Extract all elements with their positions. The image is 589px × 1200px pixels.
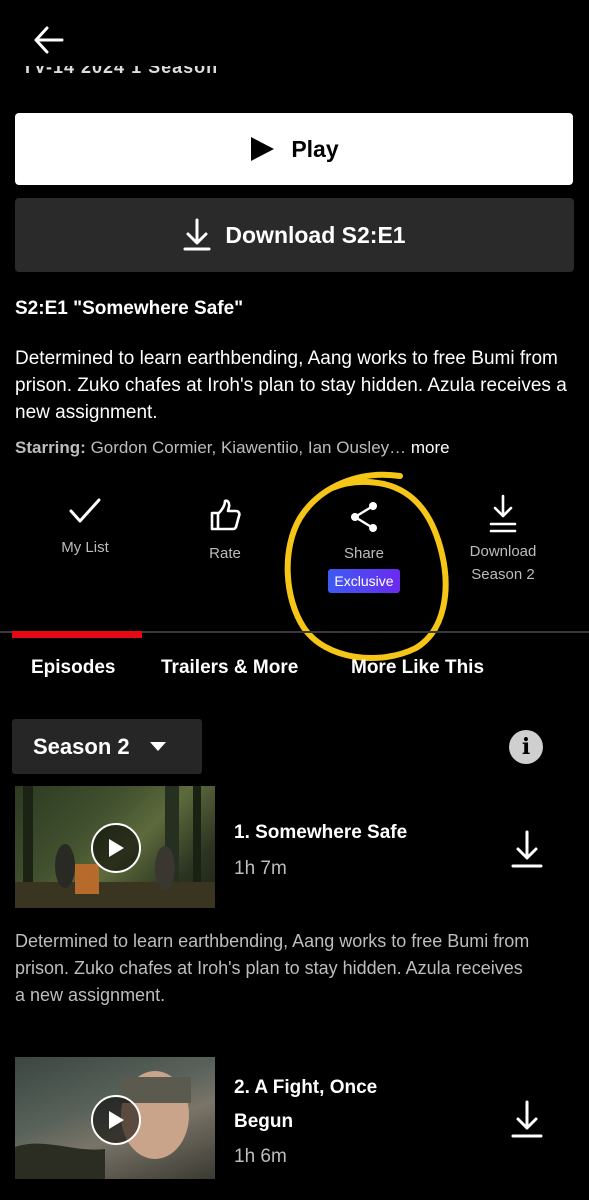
active-tab-indicator — [12, 631, 142, 638]
more-link[interactable]: more — [411, 438, 450, 457]
download-season-label-2: Season 2 — [471, 566, 535, 583]
share-icon — [351, 502, 377, 532]
download-episode-button[interactable]: Download S2:E1 — [15, 198, 574, 272]
episode-duration: 1h 6m — [234, 1146, 287, 1167]
thumbs-up-icon — [210, 499, 241, 531]
play-overlay-icon — [91, 823, 141, 873]
caret-down-icon — [149, 741, 166, 751]
download-icon — [489, 494, 517, 533]
episode-download-button[interactable] — [511, 1100, 543, 1140]
download-season-label-1: Download — [469, 543, 537, 560]
info-icon[interactable]: i — [509, 730, 543, 764]
metadata-cutoff: TV-14 2024 1 Season — [22, 66, 219, 77]
episode-thumbnail[interactable] — [15, 786, 215, 908]
download-icon — [183, 218, 211, 251]
tab-episodes[interactable]: Episodes — [31, 657, 115, 679]
starring-label: Starring: — [15, 438, 86, 457]
check-icon — [69, 498, 101, 523]
episode-description: Determined to learn earthbending, Aang w… — [15, 931, 530, 1005]
season-label: Season 2 — [33, 733, 130, 759]
rate-label: Rate — [209, 545, 241, 562]
episode-duration: 1h 7m — [234, 858, 287, 879]
download-icon — [511, 1100, 543, 1138]
download-label: Download S2:E1 — [225, 221, 406, 248]
starring-names: Gordon Cormier, Kiawentiio, Ian Ousley… — [85, 438, 411, 457]
episode-thumbnail[interactable] — [15, 1057, 215, 1179]
episode-synopsis: Determined to learn earthbending, Aang w… — [15, 348, 567, 423]
play-button[interactable]: Play — [15, 113, 573, 185]
my-list-button[interactable]: My List — [35, 496, 135, 559]
play-icon — [251, 137, 275, 161]
share-label: Share — [343, 545, 385, 562]
tab-trailers[interactable]: Trailers & More — [161, 657, 298, 679]
play-label: Play — [291, 135, 339, 162]
back-button[interactable] — [33, 26, 65, 54]
rate-button[interactable]: Rate — [175, 498, 275, 565]
my-list-label: My List — [61, 539, 109, 556]
share-button[interactable]: Share Exclusive — [314, 500, 414, 593]
episode-title: S2:E1 "Somewhere Safe" — [15, 298, 244, 319]
arrow-left-icon — [34, 26, 64, 54]
season-selector[interactable]: Season 2 — [12, 719, 202, 774]
play-overlay-icon — [91, 1095, 141, 1145]
episode-name: 2. A Fight, Once Begun — [234, 1077, 378, 1132]
download-icon — [511, 830, 543, 868]
tab-more-like-this[interactable]: More Like This — [351, 657, 484, 679]
exclusive-badge: Exclusive — [328, 569, 400, 593]
episode-name: 1. Somewhere Safe — [234, 822, 408, 843]
episode-download-button[interactable] — [511, 830, 543, 870]
download-season-button[interactable]: Download Season 2 — [448, 494, 558, 586]
starring-line: Starring: Gordon Cormier, Kiawentiio, Ia… — [15, 438, 575, 458]
